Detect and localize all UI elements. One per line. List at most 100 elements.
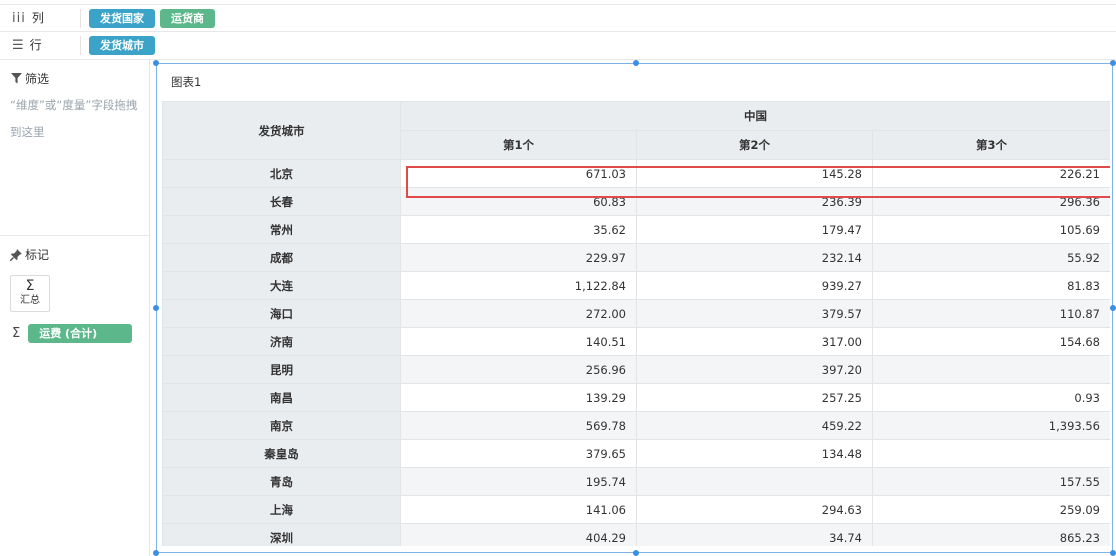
freight-cell[interactable]: 259.09 <box>872 495 1110 524</box>
column-header-country[interactable]: 中国 <box>400 101 1110 131</box>
pivot-table-viewport[interactable]: 发货城市 中国 第1个 第2个 第3个 北京 671.03 145.28 226.21… <box>162 101 1110 546</box>
row-label-city[interactable]: 成都 <box>162 243 401 272</box>
row-label-city[interactable]: 海口 <box>162 299 401 328</box>
resize-handle-bottom-right[interactable] <box>1110 550 1116 556</box>
table-row[interactable]: 海口 272.00 379.57 110.87 <box>162 299 1110 328</box>
freight-cell[interactable]: 939.27 <box>636 271 873 300</box>
freight-cell[interactable]: 272.00 <box>400 299 637 328</box>
row-label-city[interactable]: 上海 <box>162 495 401 524</box>
resize-handle-top-right[interactable] <box>1110 60 1116 66</box>
rows-shelf-label: ☰ 行 <box>12 32 42 59</box>
freight-cell[interactable]: 232.14 <box>636 243 873 272</box>
freight-cell[interactable]: 317.00 <box>636 327 873 356</box>
freight-cell[interactable]: 294.63 <box>636 495 873 524</box>
freight-cell[interactable]: 404.29 <box>400 523 637 546</box>
freight-cell[interactable]: 226.21 <box>872 159 1110 188</box>
row-label-city[interactable]: 长春 <box>162 187 401 216</box>
freight-cell[interactable]: 60.83 <box>400 187 637 216</box>
freight-cell[interactable]: 257.25 <box>636 383 873 412</box>
resize-handle-bottom-left[interactable] <box>153 550 159 556</box>
table-row[interactable]: 昆明 256.96 397.20 <box>162 355 1110 384</box>
row-label-city[interactable]: 深圳 <box>162 523 401 546</box>
pill-freight-sum[interactable]: 运费 (合计) <box>28 324 133 343</box>
freight-cell[interactable]: 397.20 <box>636 355 873 384</box>
freight-cell[interactable]: 154.68 <box>872 327 1110 356</box>
freight-cell[interactable]: 134.48 <box>636 439 873 468</box>
table-row[interactable]: 南京 569.78 459.22 1,393.56 <box>162 411 1110 440</box>
freight-cell[interactable] <box>872 355 1110 384</box>
resize-handle-bottom[interactable] <box>633 550 639 556</box>
table-row[interactable]: 南昌 139.29 257.25 0.93 <box>162 383 1110 412</box>
freight-cell[interactable]: 256.96 <box>400 355 637 384</box>
pill-carrier[interactable]: 运货商 <box>160 9 215 28</box>
pill-ship-country[interactable]: 发货国家 <box>89 9 155 28</box>
columns-shelf[interactable]: iii 列 发货国家 运货商 <box>0 4 1116 32</box>
freight-cell[interactable]: 229.97 <box>400 243 637 272</box>
freight-cell[interactable]: 141.06 <box>400 495 637 524</box>
row-label-city[interactable]: 昆明 <box>162 355 401 384</box>
freight-cell[interactable]: 1,393.56 <box>872 411 1110 440</box>
sigma-icon: Σ <box>25 278 35 294</box>
filter-drop-hint[interactable]: “维度”或“度量”字段拖拽到这里 <box>10 92 138 146</box>
resize-handle-left[interactable] <box>153 305 159 311</box>
table-row[interactable]: 北京 671.03 145.28 226.21 <box>162 159 1110 188</box>
table-row[interactable]: 常州 35.62 179.47 105.69 <box>162 215 1110 244</box>
row-label-city[interactable]: 常州 <box>162 215 401 244</box>
table-row[interactable]: 秦皇岛 379.65 134.48 <box>162 439 1110 468</box>
row-label-city[interactable]: 北京 <box>162 159 401 188</box>
freight-cell[interactable]: 195.74 <box>400 467 637 496</box>
columns-icon: iii <box>12 11 26 26</box>
freight-cell[interactable]: 459.22 <box>636 411 873 440</box>
freight-cell[interactable]: 296.36 <box>872 187 1110 216</box>
freight-cell[interactable]: 179.47 <box>636 215 873 244</box>
row-label-city[interactable]: 青岛 <box>162 467 401 496</box>
freight-cell[interactable]: 35.62 <box>400 215 637 244</box>
freight-cell[interactable]: 379.65 <box>400 439 637 468</box>
chart-widget[interactable]: 图表1 发货城市 中国 第1个 第2个 第3个 北京 671.03 145.28… <box>153 60 1116 556</box>
freight-cell[interactable]: 379.57 <box>636 299 873 328</box>
freight-cell[interactable] <box>636 467 873 496</box>
freight-cell[interactable]: 34.74 <box>636 523 873 546</box>
column-header-carrier-3[interactable]: 第3个 <box>872 130 1110 160</box>
table-row[interactable]: 青岛 195.74 157.55 <box>162 467 1110 496</box>
column-header-carrier-1[interactable]: 第1个 <box>400 130 637 160</box>
table-row[interactable]: 深圳 404.29 34.74 865.23 <box>162 523 1110 546</box>
table-row[interactable]: 上海 141.06 294.63 259.09 <box>162 495 1110 524</box>
pill-ship-city[interactable]: 发货城市 <box>89 36 155 55</box>
freight-cell[interactable]: 140.51 <box>400 327 637 356</box>
panel-divider <box>0 235 150 236</box>
freight-cell[interactable]: 0.93 <box>872 383 1110 412</box>
row-label-city[interactable]: 南昌 <box>162 383 401 412</box>
shelf-divider <box>80 36 81 55</box>
row-label-city[interactable]: 大连 <box>162 271 401 300</box>
freight-cell[interactable]: 1,122.84 <box>400 271 637 300</box>
freight-cell[interactable]: 145.28 <box>636 159 873 188</box>
table-row[interactable]: 大连 1,122.84 939.27 81.83 <box>162 271 1110 300</box>
table-row[interactable]: 长春 60.83 236.39 296.36 <box>162 187 1110 216</box>
resize-handle-right[interactable] <box>1110 305 1116 311</box>
freight-cell[interactable]: 157.55 <box>872 467 1110 496</box>
row-header-ship-city[interactable]: 发货城市 <box>162 101 401 160</box>
rows-shelf[interactable]: ☰ 行 发货城市 <box>0 32 1116 60</box>
freight-cell[interactable]: 81.83 <box>872 271 1110 300</box>
table-row[interactable]: 济南 140.51 317.00 154.68 <box>162 327 1110 356</box>
freight-cell[interactable]: 236.39 <box>636 187 873 216</box>
table-row[interactable]: 成都 229.97 232.14 55.92 <box>162 243 1110 272</box>
row-label-city[interactable]: 南京 <box>162 411 401 440</box>
filter-section-title[interactable]: 筛选 <box>11 70 49 87</box>
freight-cell[interactable]: 865.23 <box>872 523 1110 546</box>
freight-cell[interactable]: 139.29 <box>400 383 637 412</box>
freight-cell[interactable] <box>872 439 1110 468</box>
marks-section-title: 标记 <box>10 246 49 263</box>
resize-handle-top-left[interactable] <box>153 60 159 66</box>
freight-cell[interactable]: 671.03 <box>400 159 637 188</box>
row-label-city[interactable]: 秦皇岛 <box>162 439 401 468</box>
column-header-carrier-2[interactable]: 第2个 <box>636 130 873 160</box>
freight-cell[interactable]: 55.92 <box>872 243 1110 272</box>
summary-mark-button[interactable]: Σ 汇总 <box>10 275 50 312</box>
freight-cell[interactable]: 105.69 <box>872 215 1110 244</box>
resize-handle-top[interactable] <box>633 60 639 66</box>
freight-cell[interactable]: 569.78 <box>400 411 637 440</box>
freight-cell[interactable]: 110.87 <box>872 299 1110 328</box>
row-label-city[interactable]: 济南 <box>162 327 401 356</box>
